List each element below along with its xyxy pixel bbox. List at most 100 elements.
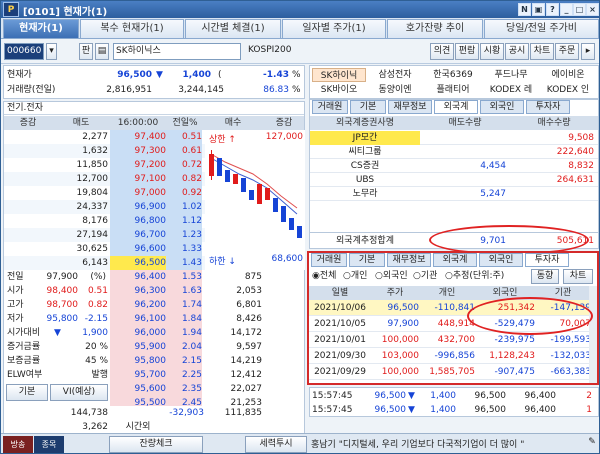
handbook-button[interactable]: 편람 bbox=[455, 43, 479, 60]
scrollbar[interactable] bbox=[589, 286, 597, 383]
bid-price: 96,000 bbox=[110, 326, 166, 340]
more-icon[interactable]: ▸ bbox=[581, 43, 595, 60]
investor-row[interactable]: 2021/09/30 103,000 -996,856 1,128,243 -132,0… bbox=[309, 348, 597, 364]
order-button[interactable]: 주문 bbox=[555, 43, 579, 60]
open-pct: 0.51 bbox=[87, 286, 108, 296]
stock-item[interactable]: 에이비온 bbox=[540, 68, 596, 82]
app-logo-icon: P bbox=[3, 2, 19, 17]
investor-tab[interactable]: 투자자 bbox=[525, 253, 569, 267]
filter-individual[interactable]: ○개인 bbox=[343, 268, 367, 285]
broker-sell bbox=[420, 131, 506, 145]
filter-institution[interactable]: ○기관 bbox=[413, 268, 437, 285]
help-button[interactable]: ? bbox=[546, 3, 559, 16]
investor-row[interactable]: 2021/09/29 100,000 1,585,705 -907,475 -663,3… bbox=[309, 364, 597, 380]
stock-item[interactable]: KODEX 인 bbox=[540, 83, 596, 97]
bid-total: 111,835 bbox=[224, 408, 262, 418]
ask-pct: 0.92 bbox=[166, 186, 202, 200]
header-ask: 매도 bbox=[72, 118, 90, 128]
stock-name-field[interactable]: SK하이닉스 bbox=[113, 43, 241, 60]
maximize-button[interactable]: □ bbox=[573, 3, 586, 16]
foreign-tab[interactable]: 외국인 bbox=[480, 100, 524, 114]
investor-tab[interactable]: 외국계 bbox=[433, 253, 477, 267]
market-news-button[interactable]: 시황 bbox=[480, 43, 504, 60]
investor-tab[interactable]: 기본 bbox=[349, 253, 385, 267]
stock-item[interactable]: 한국6369 bbox=[424, 68, 482, 82]
filter-estimate[interactable]: ○추정(단위:주) bbox=[445, 268, 504, 285]
news-ticker[interactable]: 홍남기 "디지털세, 우리 기업보다 다국적기업이 더 많이 " bbox=[311, 437, 583, 453]
filter-all[interactable]: ◉전체 bbox=[312, 268, 336, 285]
foreign-tab[interactable]: 기본 bbox=[350, 100, 386, 114]
favorite-stocks: SK하이닉 삼성전자 한국6369 푸드나무 에이비온 SK바이오 동양이엔 플… bbox=[309, 65, 599, 99]
foreign-tab[interactable]: 재무정보 bbox=[388, 100, 432, 114]
tab-current-price[interactable]: 현재가(1) bbox=[3, 19, 79, 38]
minimize-button[interactable]: _ bbox=[560, 3, 573, 16]
foreign-row: JP모간 9,508 bbox=[310, 131, 598, 145]
candle-chart bbox=[209, 150, 302, 238]
trend-button[interactable]: 동향 bbox=[531, 269, 559, 284]
investor-tab[interactable]: 외국인 bbox=[479, 253, 523, 267]
header-sell: 매도수량 bbox=[448, 118, 482, 128]
investor-tab[interactable]: 재무정보 bbox=[387, 253, 431, 267]
broker-sell bbox=[420, 173, 506, 187]
chart-button[interactable]: 차트 bbox=[530, 43, 554, 60]
bid-price: 95,700 bbox=[110, 368, 166, 382]
investor-value: -663,383 bbox=[550, 367, 591, 377]
foreign-tab[interactable]: 거래원 bbox=[312, 100, 348, 114]
mini-chart: 상한 ↑ 127,000 하한 ↓ 68,600 bbox=[205, 130, 305, 270]
stock-item[interactable]: 동양이엔 bbox=[368, 83, 422, 97]
stock-item[interactable]: KODEX 레 bbox=[484, 83, 538, 97]
foreign-tab[interactable]: 투자자 bbox=[526, 100, 570, 114]
tab-compare[interactable]: 당일/전일 주가비 bbox=[484, 19, 599, 38]
stock-item[interactable]: 플래티어 bbox=[424, 83, 482, 97]
stock-item[interactable]: SK바이오 bbox=[312, 83, 366, 97]
ask-pct: 1.23 bbox=[166, 228, 202, 242]
foreign-header: 외국계증권사명 매도수량 매수수량 bbox=[310, 116, 598, 130]
foreign-tab[interactable]: 외국계 bbox=[434, 100, 478, 114]
bid-pct: 2.15 bbox=[166, 354, 202, 368]
stock-item[interactable]: 삼성전자 bbox=[368, 68, 422, 82]
ask-qty: 8,176 bbox=[82, 216, 108, 226]
title-bar[interactable]: P [0101] 현재가(1) N ▣ ? _ □ × bbox=[1, 1, 599, 18]
basic-button[interactable]: 기본 bbox=[6, 384, 48, 401]
stock-item[interactable]: 푸드나무 bbox=[484, 68, 538, 82]
vi-label: 시가대비 bbox=[7, 328, 41, 338]
broker-sell bbox=[420, 145, 506, 159]
search-icon[interactable]: ▾ bbox=[46, 43, 57, 60]
disclosure-button[interactable]: 공시 bbox=[505, 43, 529, 60]
history-icon[interactable]: ▤ bbox=[95, 43, 109, 60]
tab-daily-price[interactable]: 일자별 주가(1) bbox=[282, 19, 386, 38]
close-button[interactable]: × bbox=[586, 3, 599, 16]
opinion-button[interactable]: 의견 bbox=[430, 43, 454, 60]
investor-tab[interactable]: 거래원 bbox=[311, 253, 347, 267]
bid-pct: 1.94 bbox=[166, 326, 202, 340]
bid-qty: 6,801 bbox=[236, 300, 262, 310]
investor-value: 1,128,243 bbox=[489, 351, 535, 361]
tab-time-trades[interactable]: 시간별 체결(1) bbox=[185, 19, 281, 38]
stock-item[interactable]: SK하이닉 bbox=[312, 68, 366, 82]
ask-pct: 1.43 bbox=[166, 256, 202, 270]
remaining-check-button[interactable]: 잔량체크 bbox=[109, 436, 203, 453]
investor-row[interactable]: 2021/10/01 100,000 432,700 -239,975 -199,593 bbox=[309, 332, 597, 348]
broadcast-button[interactable]: 방송 bbox=[3, 436, 33, 453]
header-broker: 외국계증권사명 bbox=[336, 118, 394, 128]
ask-qty: 24,337 bbox=[76, 202, 109, 212]
stock-code-input[interactable]: 000660 bbox=[4, 43, 44, 60]
foreign-row: 노무라 5,247 bbox=[310, 187, 598, 201]
price: 100,000 bbox=[381, 335, 419, 345]
link-button[interactable]: ▣ bbox=[532, 3, 545, 16]
prev-label: 전일 bbox=[7, 272, 24, 282]
tools-icon[interactable]: ✎ bbox=[585, 437, 599, 453]
ask-price: 96,700 bbox=[110, 228, 166, 242]
foreign-tabs: 거래원 기본 재무정보 외국계 외국인 투자자 bbox=[310, 100, 598, 115]
filter-foreign[interactable]: ○외국인 bbox=[375, 268, 408, 285]
lower-limit: 68,600 bbox=[271, 254, 304, 264]
power-view-button[interactable]: 세력투시 bbox=[245, 436, 307, 453]
vod-button[interactable]: 종목VOD bbox=[34, 436, 64, 453]
dropdown-icon[interactable]: 판 bbox=[79, 43, 93, 60]
tab-orderbook-trend[interactable]: 호가잔량 추이 bbox=[387, 19, 483, 38]
new-window-button[interactable]: N bbox=[518, 3, 531, 16]
tab-multi-price[interactable]: 복수 현재가(1) bbox=[80, 19, 184, 38]
investor-chart-button[interactable]: 차트 bbox=[563, 269, 593, 284]
vi-expected-button[interactable]: VI(예상) bbox=[50, 384, 108, 401]
ask-qty: 12,700 bbox=[76, 174, 109, 184]
